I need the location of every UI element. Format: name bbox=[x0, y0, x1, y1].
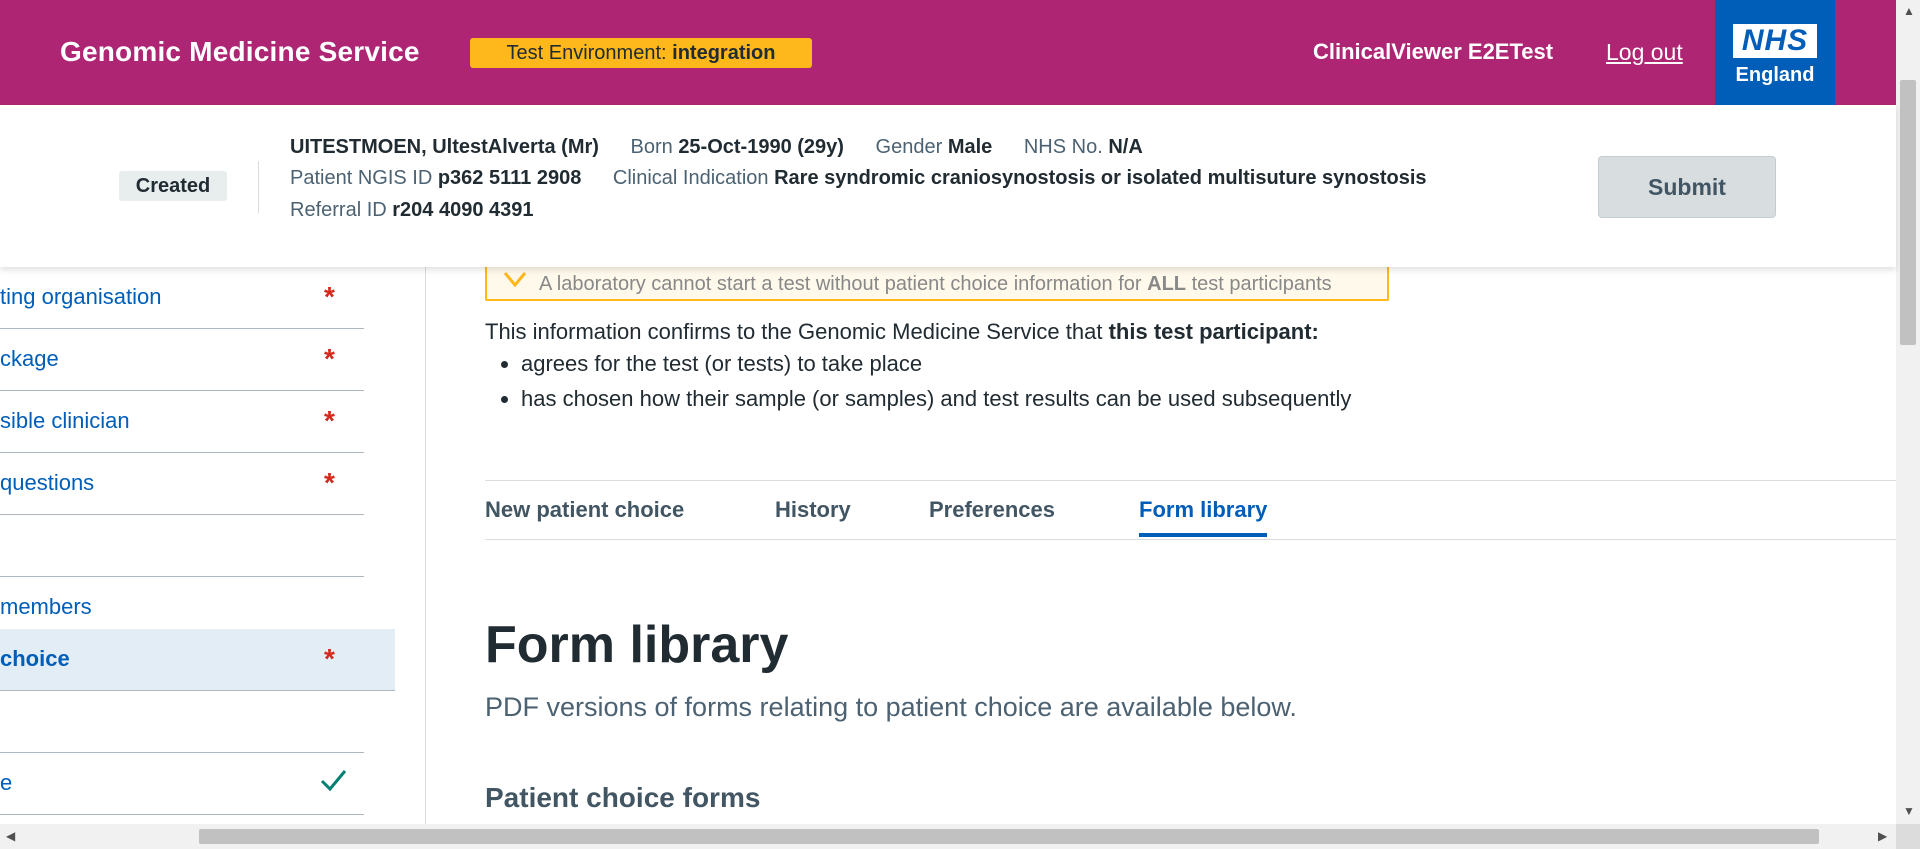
warning-text-part: A laboratory cannot start a test without… bbox=[539, 273, 1142, 295]
divider bbox=[485, 539, 1896, 540]
sidebar-item-blank[interactable] bbox=[0, 515, 364, 577]
clinical-indication-label: Clinical Indication bbox=[612, 167, 769, 189]
sidebar-item-label: ting organisation bbox=[0, 284, 162, 309]
sidebar-item-label: sible clinician bbox=[0, 408, 130, 433]
scrollbar-corner bbox=[1896, 824, 1920, 849]
required-icon: * bbox=[324, 343, 335, 374]
vertical-scrollbar[interactable]: ▲ ▼ bbox=[1896, 0, 1920, 824]
warning-icon bbox=[503, 272, 527, 288]
ngis-id-label: Patient NGIS ID bbox=[290, 167, 433, 189]
user-name: ClinicalViewer E2ETest bbox=[1313, 39, 1554, 64]
check-icon bbox=[320, 770, 347, 792]
tab-history[interactable]: History bbox=[775, 497, 851, 533]
patient-name: UITESTMOEN, UltestAlverta (Mr) bbox=[290, 136, 599, 158]
required-icon: * bbox=[324, 643, 335, 674]
sidebar-item-label: choice bbox=[0, 646, 70, 671]
nhs-number-label: NHS No. bbox=[1023, 136, 1103, 158]
sidebar-item-patient-choice[interactable]: choice * bbox=[0, 629, 395, 691]
submit-button[interactable]: Submit bbox=[1598, 156, 1776, 218]
sidebar-item-label: members bbox=[0, 594, 92, 619]
nhs-logo-subtitle: England bbox=[1735, 64, 1815, 86]
environment-value: integration bbox=[672, 42, 776, 64]
banner-divider bbox=[258, 161, 259, 213]
section-heading: Patient choice forms bbox=[485, 782, 761, 813]
required-icon: * bbox=[324, 467, 335, 498]
intro-bullets: agrees for the test (or tests) to take p… bbox=[485, 351, 1351, 421]
sidebar-item-test-package[interactable]: ckage * bbox=[0, 329, 364, 391]
list-item: has chosen how their sample (or samples)… bbox=[521, 386, 1351, 412]
patient-banner: Created UITESTMOEN, UltestAlverta (Mr) B… bbox=[0, 105, 1896, 267]
horizontal-scrollbar[interactable]: ◀ ▶ bbox=[0, 824, 1896, 849]
intro-text: This information confirms to the Genomic… bbox=[485, 319, 1103, 344]
referral-id-label: Referral ID bbox=[290, 199, 387, 221]
vertical-scroll-thumb[interactable] bbox=[1900, 80, 1916, 345]
sidebar-item-clinical-questions[interactable]: questions * bbox=[0, 453, 364, 515]
referral-sidebar-nav: ting organisation * ckage * sible clinic… bbox=[0, 267, 426, 824]
patient-row-2: Patient NGIS ID p362 5111 2908 Clinical … bbox=[290, 167, 1427, 190]
warning-text-part: test participants bbox=[1191, 273, 1332, 295]
born-label: Born bbox=[630, 136, 673, 158]
logout-link[interactable]: Log out bbox=[1606, 39, 1683, 66]
main-content: A laboratory cannot start a test without… bbox=[485, 267, 1896, 824]
sidebar-item-responsible-clinician[interactable]: sible clinician * bbox=[0, 391, 364, 453]
warning-text-emphasis: ALL bbox=[1147, 273, 1187, 295]
sidebar-item-label: e bbox=[0, 770, 13, 795]
ngis-id-value: p362 5111 2908 bbox=[437, 167, 582, 189]
warning-callout: A laboratory cannot start a test without… bbox=[485, 267, 1389, 301]
born-value: 25-Oct-1990 (29y) bbox=[678, 136, 844, 158]
tab-preferences[interactable]: Preferences bbox=[929, 497, 1055, 533]
list-item: agrees for the test (or tests) to take p… bbox=[521, 351, 1351, 377]
page-title: Form library bbox=[485, 616, 789, 674]
sidebar-item-label: questions bbox=[0, 470, 95, 495]
tab-form-library[interactable]: Form library bbox=[1139, 497, 1268, 537]
nhs-england-logo: NHS England bbox=[1715, 0, 1835, 105]
required-icon: * bbox=[324, 281, 335, 312]
page-lede: PDF versions of forms relating to patien… bbox=[485, 692, 1297, 722]
gender-value: Male bbox=[947, 136, 993, 158]
referral-id-value: r204 4090 4391 bbox=[392, 199, 534, 221]
tab-new-patient-choice[interactable]: New patient choice bbox=[485, 497, 684, 533]
referral-status-badge: Created bbox=[119, 171, 227, 201]
scroll-down-icon[interactable]: ▼ bbox=[1903, 804, 1915, 818]
warning-text: A laboratory cannot start a test without… bbox=[539, 273, 1332, 296]
scroll-left-icon[interactable]: ◀ bbox=[6, 829, 15, 843]
scroll-right-icon[interactable]: ▶ bbox=[1878, 829, 1887, 843]
sidebar-item-blank[interactable] bbox=[0, 691, 364, 753]
horizontal-scroll-thumb[interactable] bbox=[199, 829, 1819, 844]
service-name: Genomic Medicine Service bbox=[60, 36, 420, 67]
top-header: Genomic Medicine Service Test Environmen… bbox=[0, 0, 1896, 105]
intro-emphasis: this test participant: bbox=[1108, 319, 1319, 344]
required-icon: * bbox=[324, 405, 335, 436]
divider bbox=[485, 480, 1896, 481]
clinical-indication-value: Rare syndromic craniosynostosis or isola… bbox=[774, 167, 1427, 189]
scroll-up-icon[interactable]: ▲ bbox=[1903, 4, 1915, 18]
intro-paragraph: This information confirms to the Genomic… bbox=[485, 319, 1319, 345]
patient-row-3: Referral ID r204 4090 4391 bbox=[290, 199, 534, 222]
patient-row-1: UITESTMOEN, UltestAlverta (Mr) Born 25-O… bbox=[290, 136, 1143, 159]
sidebar-item-complete[interactable]: e bbox=[0, 753, 364, 815]
gender-label: Gender bbox=[875, 136, 943, 158]
sidebar-item-requesting-organisation[interactable]: ting organisation * bbox=[0, 267, 364, 329]
sidebar-item-label: ckage bbox=[0, 346, 59, 371]
environment-badge: Test Environment: integration bbox=[470, 38, 812, 68]
nhs-number-value: N/A bbox=[1108, 136, 1143, 158]
nhs-logo-mark: NHS bbox=[1732, 24, 1818, 58]
environment-label: Test Environment: bbox=[506, 42, 667, 64]
